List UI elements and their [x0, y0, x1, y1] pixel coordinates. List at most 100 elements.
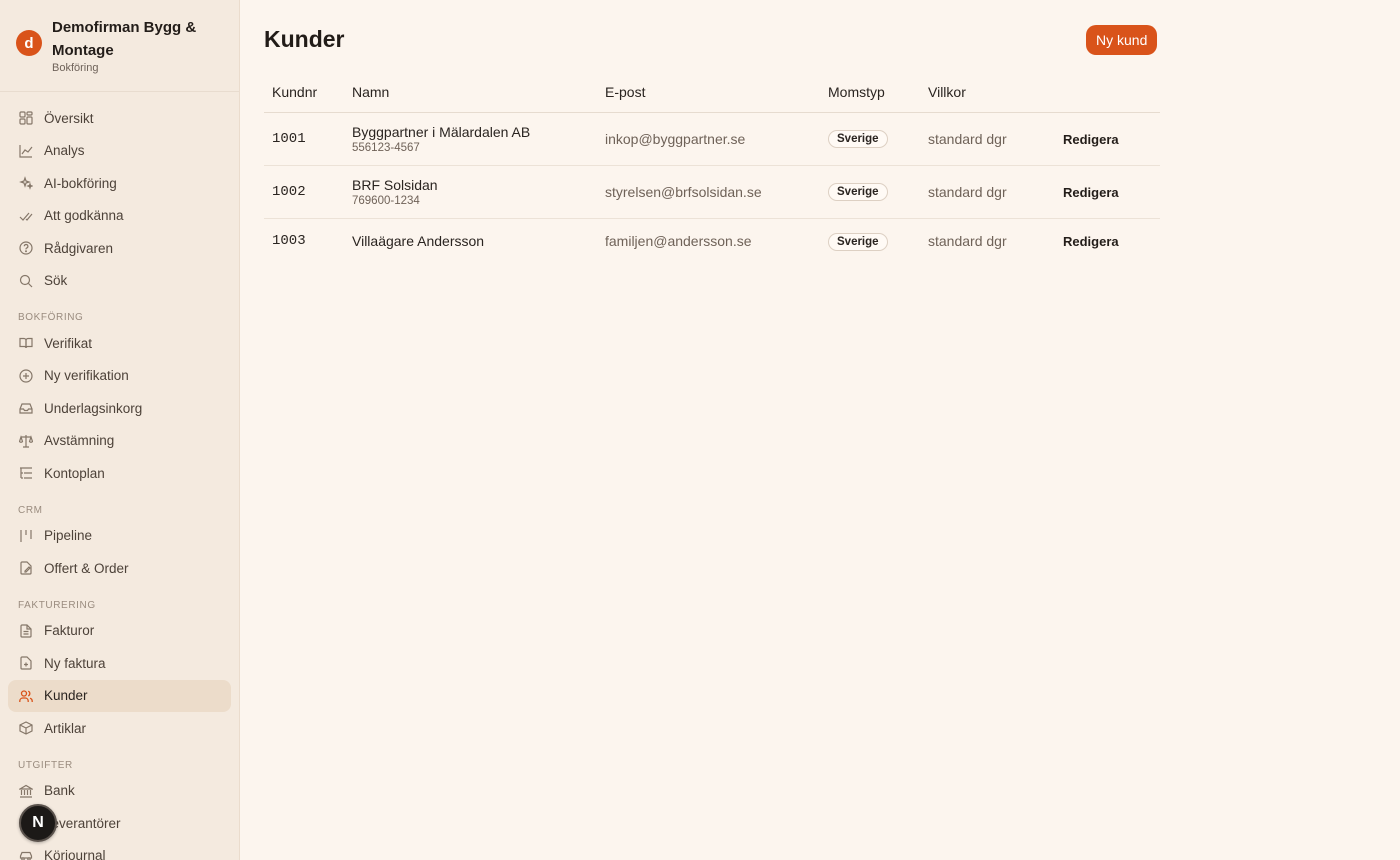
customer-org-number: 556123-4567	[352, 141, 420, 154]
customer-number: 1001	[264, 112, 344, 166]
edit-button[interactable]: Redigera	[1063, 185, 1119, 200]
sidebar-item-label: Pipeline	[44, 528, 93, 544]
sidebar-item-label: Sök	[44, 273, 68, 289]
customer-email: inkop@byggpartner.se	[597, 112, 820, 166]
sidebar-item-radgivaren[interactable]: Rådgivaren	[8, 232, 231, 265]
sidebar-item-label: Artiklar	[44, 720, 87, 736]
sidebar-item-artiklar[interactable]: Artiklar	[8, 712, 231, 745]
company-name: Demofirman Bygg & Montage	[52, 19, 197, 59]
sidebar-item-label: Offert & Order	[44, 560, 129, 576]
list-tree-icon	[18, 465, 34, 481]
actions-cell: Redigera	[1055, 165, 1160, 219]
section-label-bokforing: BOKFÖRING	[18, 312, 84, 323]
sidebar-item-label: Kontoplan	[44, 465, 105, 481]
scale-icon	[18, 433, 34, 449]
customer-name: Villaägare Andersson	[352, 233, 485, 250]
sidebar-item-label: Verifikat	[44, 335, 93, 351]
edit-button[interactable]: Redigera	[1063, 234, 1119, 249]
users-icon	[18, 688, 34, 704]
double-check-icon	[18, 208, 34, 224]
vat-type-badge: Sverige	[828, 130, 888, 148]
plus-circle-icon	[18, 368, 34, 384]
file-edit-icon	[18, 560, 34, 576]
sidebar-item-label: Analys	[44, 143, 85, 159]
search-icon	[18, 273, 34, 289]
sidebar-item-kunder[interactable]: Kunder	[8, 679, 231, 712]
file-plus-icon	[18, 655, 34, 671]
customer-name: Byggpartner i Mälardalen AB	[352, 123, 531, 140]
customer-name-cell: BRF Solsidan 769600-1234	[344, 165, 597, 219]
sidebar-nav: Översikt Analys AI-bokföring Att godkänn…	[0, 92, 239, 860]
sidebar-item-pipeline[interactable]: Pipeline	[8, 520, 231, 553]
vat-type-cell: Sverige	[820, 218, 920, 264]
brand-header[interactable]: d Demofirman Bygg & Montage Bokföring	[0, 0, 239, 92]
table-header-row: Kundnr Namn E-post Momstyp Villkor	[264, 72, 1160, 113]
sparkles-icon	[18, 175, 34, 191]
table-row[interactable]: 1002 BRF Solsidan 769600-1234 styrelsen@…	[264, 165, 1160, 219]
sidebar: d Demofirman Bygg & Montage Bokföring Öv…	[0, 0, 240, 860]
car-icon	[18, 848, 34, 860]
column-header-actions	[1055, 72, 1160, 113]
sidebar-item-bank[interactable]: Bank	[8, 775, 231, 808]
sidebar-item-offert-order[interactable]: Offert & Order	[8, 552, 231, 585]
sidebar-item-label: Översikt	[44, 110, 94, 126]
package-icon	[18, 720, 34, 736]
column-header-namn[interactable]: Namn	[344, 72, 597, 113]
page-title: Kunder	[264, 26, 345, 52]
customer-number: 1002	[264, 165, 344, 219]
sidebar-item-korjournal[interactable]: Körjournal	[8, 840, 231, 860]
sidebar-item-oversikt[interactable]: Översikt	[8, 102, 231, 135]
sidebar-item-label: Underlagsinkorg	[44, 400, 143, 416]
sidebar-item-ny-verifikation[interactable]: Ny verifikation	[8, 360, 231, 393]
table-row[interactable]: 1003 Villaägare Andersson familjen@ander…	[264, 218, 1160, 264]
file-text-icon	[18, 623, 34, 639]
table-row[interactable]: 1001 Byggpartner i Mälardalen AB 556123-…	[264, 112, 1160, 166]
sidebar-item-att-godkanna[interactable]: Att godkänna	[8, 200, 231, 233]
section-label-fakturering: FAKTURERING	[18, 599, 96, 611]
sidebar-item-label: Fakturor	[44, 623, 95, 639]
sidebar-item-fakturor[interactable]: Fakturor	[8, 615, 231, 648]
sidebar-item-label: Avstämning	[44, 433, 115, 449]
bank-icon	[18, 783, 34, 799]
payment-terms: standard dgr	[928, 233, 1007, 250]
customer-number: 1003	[272, 233, 306, 250]
section-label-utgifter: UTGIFTER	[18, 759, 73, 771]
payment-terms: standard dgr	[920, 165, 1055, 219]
sidebar-item-label: Ny verifikation	[44, 368, 129, 384]
kanban-icon	[18, 528, 34, 544]
customer-name-cell: Villaägare Andersson	[344, 218, 597, 264]
sidebar-item-kontoplan[interactable]: Kontoplan	[8, 457, 231, 490]
customers-table: Kundnr Namn E-post Momstyp Villkor 1001 …	[264, 72, 1160, 264]
customer-email: familjen@andersson.se	[605, 233, 752, 250]
customer-org-number: 769600-1234	[352, 194, 420, 207]
sidebar-item-ny-faktura[interactable]: Ny faktura	[8, 647, 231, 680]
sidebar-item-label: Rådgivaren	[44, 240, 114, 256]
sidebar-item-label: Ny faktura	[44, 655, 106, 671]
actions-cell: Redigera	[1055, 218, 1160, 264]
sidebar-item-underlagsinkorg[interactable]: Underlagsinkorg	[8, 392, 231, 425]
column-header-villkor[interactable]: Villkor	[920, 72, 1055, 113]
company-logo: d	[16, 30, 42, 56]
grid-icon	[18, 110, 34, 126]
sidebar-item-ai-bokforing[interactable]: AI-bokföring	[8, 167, 231, 200]
column-header-kundnr[interactable]: Kundnr	[264, 72, 344, 113]
sidebar-item-avstamning[interactable]: Avstämning	[8, 425, 231, 458]
vat-type-badge: Sverige	[828, 183, 888, 201]
inbox-icon	[18, 400, 34, 416]
sidebar-item-analys[interactable]: Analys	[8, 135, 231, 168]
sidebar-item-sok[interactable]: Sök	[8, 265, 231, 298]
sidebar-item-label: Körjournal	[44, 848, 106, 860]
sidebar-item-label: Kunder	[44, 688, 88, 704]
column-header-momstyp[interactable]: Momstyp	[820, 72, 920, 113]
sidebar-item-verifikat[interactable]: Verifikat	[8, 327, 231, 360]
new-customer-button[interactable]: Ny kund	[1086, 25, 1158, 55]
column-header-epost[interactable]: E-post	[597, 72, 820, 113]
company-subtitle: Bokföring	[52, 62, 99, 74]
vat-type-cell: Sverige	[820, 165, 920, 219]
edit-button[interactable]: Redigera	[1063, 132, 1119, 147]
customer-name-cell: Byggpartner i Mälardalen AB 556123-4567	[344, 112, 597, 166]
assistant-fab-button[interactable]: N	[19, 804, 57, 842]
sidebar-item-label: Att godkänna	[44, 208, 124, 224]
section-label-crm: CRM	[18, 504, 43, 516]
book-icon	[18, 335, 34, 351]
